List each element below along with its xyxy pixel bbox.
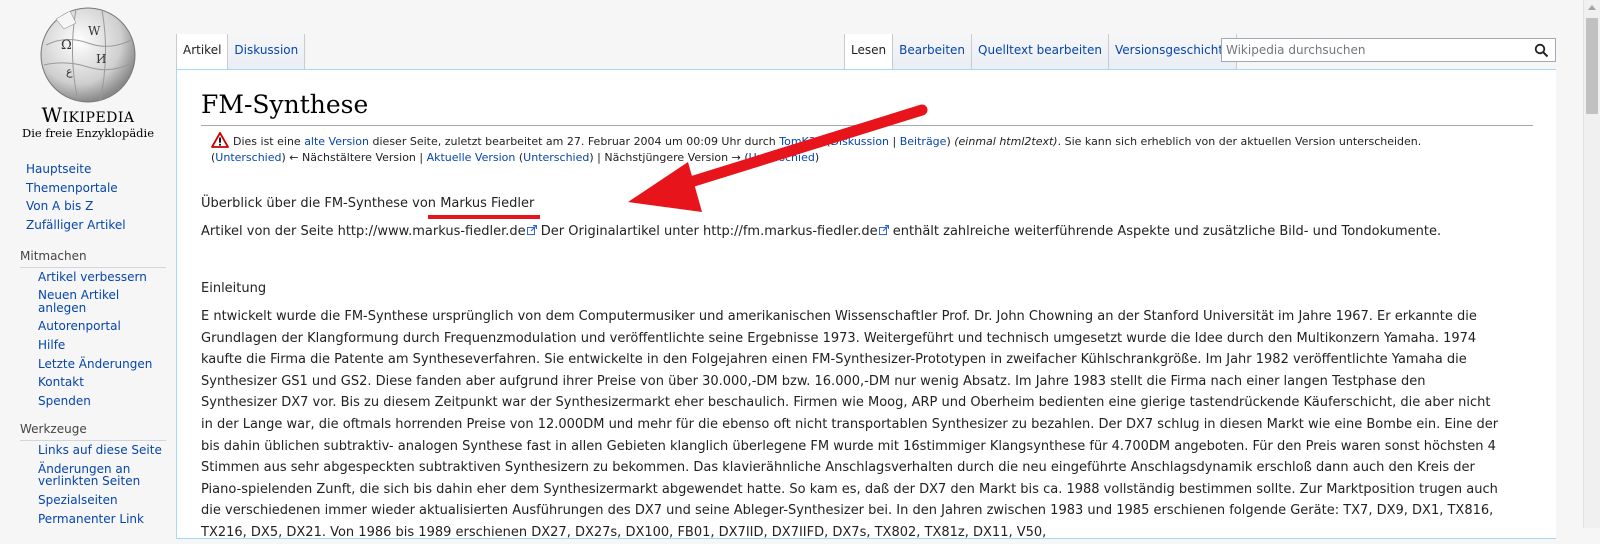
paragraph-text: Überblick über die FM-Synthese von (201, 196, 441, 211)
wikipedia-logo[interactable]: Ω W И ع Wikipedia Die freie Enzyklopädie (0, 0, 176, 150)
edit-summary: (einmal html2text) (954, 135, 1058, 148)
sidebar-item-hilfe[interactable]: Hilfe (0, 336, 176, 355)
view-tabs: Lesen Bearbeiten Quelltext bearbeiten Ve… (844, 34, 1238, 69)
logo-tagline: Die freie Enzyklopädie (21, 126, 155, 140)
search-input[interactable] (1222, 39, 1522, 61)
sidebar-item-links-auf-diese-seite[interactable]: Links auf diese Seite (0, 441, 176, 460)
sidebar-heading-werkzeuge[interactable]: Werkzeuge (0, 420, 176, 438)
svg-text:ع: ع (66, 65, 73, 78)
source-paragraph: Artikel von der Seite http://www.markus-… (201, 221, 1441, 243)
notice-text: ( (822, 135, 831, 148)
tab-lesen[interactable]: Lesen (844, 34, 894, 69)
current-version-link[interactable]: Aktuelle Version (427, 151, 516, 164)
tab-bearbeiten[interactable]: Bearbeiten (893, 34, 973, 69)
sidebar-item-artikel-verbessern[interactable]: Artikel verbessern (0, 268, 176, 287)
search-box (1221, 38, 1556, 62)
notice-text: | (889, 135, 900, 148)
nav-text: ) | (589, 151, 605, 164)
sidebar-heading-mitmachen[interactable]: Mitmachen (0, 247, 176, 265)
user-link[interactable]: TomK32 (779, 135, 823, 148)
paragraph-text: Artikel von der Seite (201, 224, 338, 239)
section-heading-einleitung: Einleitung (201, 281, 267, 296)
user-talk-link[interactable]: Diskussion (831, 135, 889, 148)
svg-text:И: И (96, 52, 106, 66)
sidebar: Hauptseite Themenportale Von A bis Z Zuf… (0, 160, 176, 528)
overview-paragraph: Überblick über die FM-Synthese von Marku… (201, 193, 534, 215)
alt-version-link[interactable]: alte Version (304, 135, 369, 148)
author-name: Markus Fiedler (440, 196, 535, 211)
nav-text: ) ← Nächstältere Version | (281, 151, 427, 164)
sidebar-item-spenden[interactable]: Spenden (0, 392, 176, 411)
scrollbar-thumb[interactable] (1586, 18, 1598, 114)
notice-text: Dies ist eine (233, 135, 305, 148)
body-paragraph: E ntwickelt wurde die FM-Synthese ursprü… (201, 309, 1499, 540)
paragraph-text: Der Originalartikel unter (536, 224, 704, 239)
tab-artikel[interactable]: Artikel (176, 34, 229, 69)
sidebar-item-themenportale[interactable]: Themenportale (0, 179, 176, 198)
page-title: FM-Synthese (201, 88, 1533, 126)
sidebar-item-von-a-bis-z[interactable]: Von A bis Z (0, 197, 176, 216)
tab-diskussion[interactable]: Diskussion (228, 34, 306, 69)
diff-prev-link[interactable]: Unterschied (215, 151, 281, 164)
diff-next-link[interactable]: Unterschied (749, 151, 815, 164)
paragraph-text: enthält zahlreiche weiterführende Aspekt… (888, 224, 1442, 239)
content-area: FM-Synthese Dies ist eine alte Version d… (176, 69, 1556, 540)
sidebar-item-neuen-artikel-anlegen[interactable]: Neuen Artikel anlegen (0, 286, 150, 317)
external-link-fm-markus-fiedler[interactable]: http://fm.markus-fiedler.de (703, 224, 878, 239)
logo-wordmark: Wikipedia (41, 103, 135, 127)
sidebar-item-zufaelliger-artikel[interactable]: Zufälliger Artikel (0, 216, 176, 235)
vertical-scrollbar[interactable] (1583, 0, 1600, 528)
nav-text: ) (814, 151, 820, 164)
sidebar-item-aenderungen-an-verlinkten-seiten[interactable]: Änderungen an verlinkten Seiten (0, 460, 150, 491)
nav-text: Nächstjüngere Version → ( (604, 151, 749, 164)
globe-icon: Ω W И ع (40, 7, 136, 103)
svg-text:W: W (88, 24, 101, 38)
old-revision-notice: Dies ist eine alte Version dieser Seite,… (211, 132, 1421, 166)
warning-icon (211, 132, 229, 148)
external-link-icon (526, 225, 537, 235)
external-link-icon (878, 225, 889, 235)
sidebar-item-kontakt[interactable]: Kontakt (0, 373, 176, 392)
tab-versionsgeschichte[interactable]: Versionsgeschichte (1108, 34, 1238, 69)
tab-quelltext-bearbeiten[interactable]: Quelltext bearbeiten (972, 34, 1109, 69)
notice-text: . Sie kann sich erheblich von der aktuel… (1057, 135, 1422, 148)
revision-nav: (Unterschied) ← Nächstältere Version | A… (211, 151, 819, 164)
sidebar-item-permanenter-link[interactable]: Permanenter Link (0, 510, 176, 529)
namespace-tabs: Artikel Diskussion (176, 34, 306, 69)
user-contributions-link[interactable]: Beiträge (900, 135, 947, 148)
sidebar-item-spezialseiten[interactable]: Spezialseiten (0, 491, 176, 510)
sidebar-item-autorenportal[interactable]: Autorenportal (0, 317, 176, 336)
diff-current-link[interactable]: Unterschied (523, 151, 589, 164)
external-link-markus-fiedler[interactable]: http://www.markus-fiedler.de (338, 224, 526, 239)
sidebar-item-hauptseite[interactable]: Hauptseite (0, 160, 176, 179)
svg-text:Ω: Ω (61, 38, 72, 53)
sidebar-item-letzte-aenderungen[interactable]: Letzte Änderungen (0, 355, 176, 374)
scroll-up-icon[interactable] (1588, 5, 1596, 10)
notice-text: dieser Seite, zuletzt bearbeitet am 27. … (369, 135, 780, 148)
search-icon[interactable] (1534, 43, 1549, 58)
nav-text: ( (515, 151, 524, 164)
